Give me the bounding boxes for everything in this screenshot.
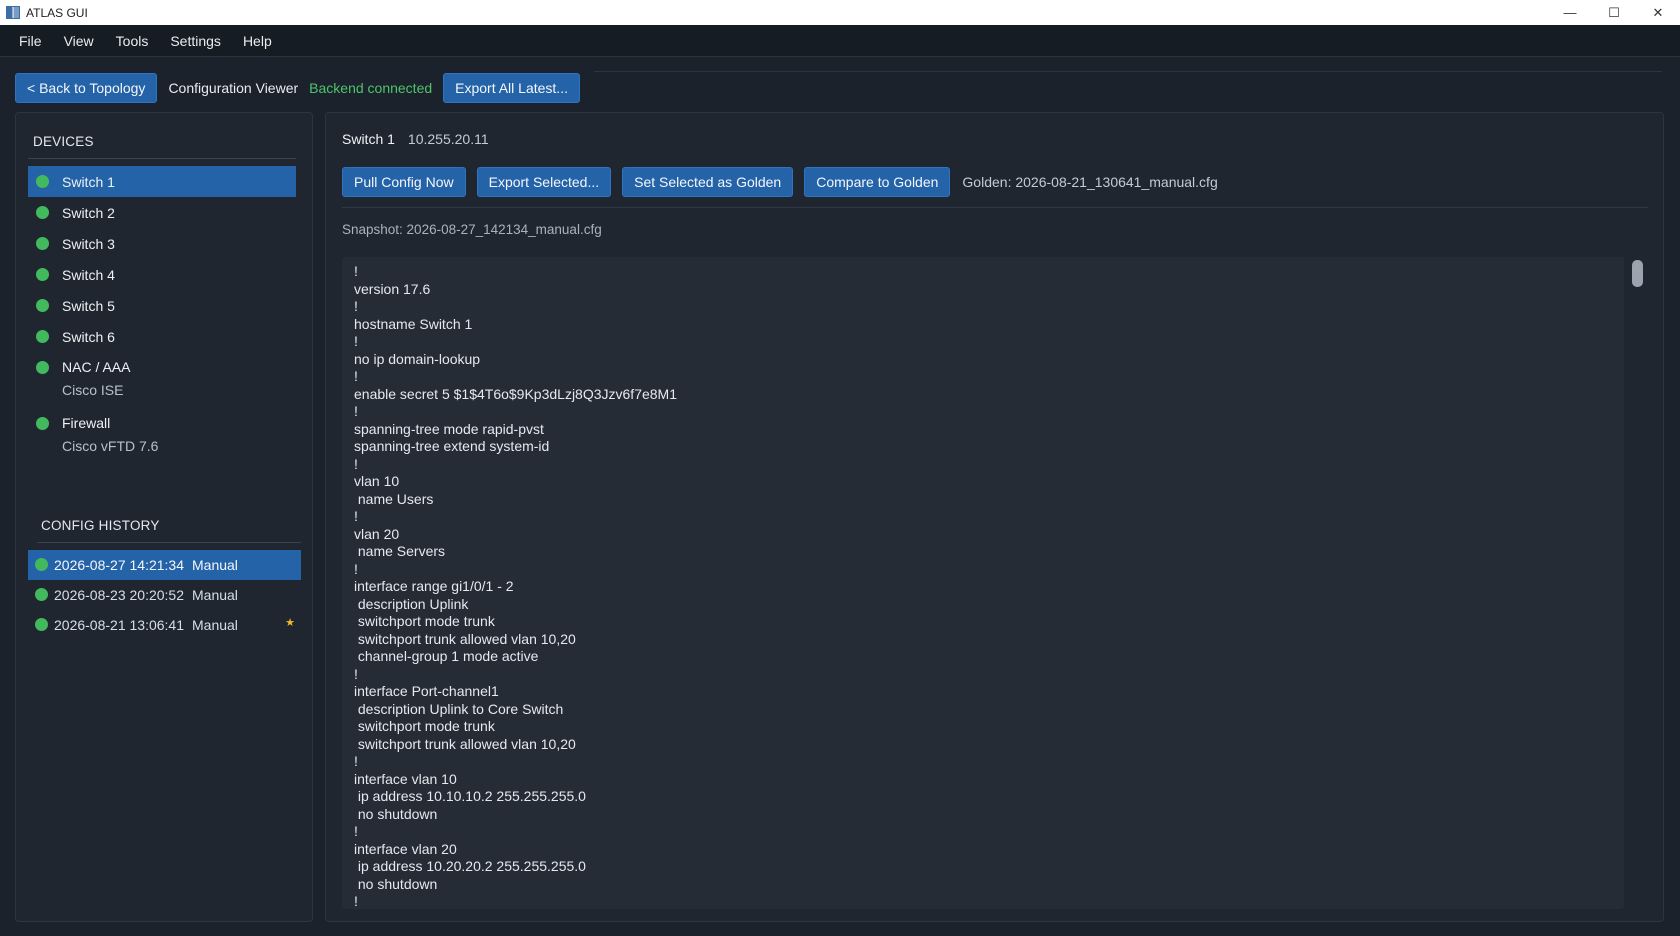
config-text: ! version 17.6 ! hostname Switch 1 ! no … xyxy=(354,263,677,909)
device-name: Switch 5 xyxy=(62,297,115,314)
compare-to-golden-button[interactable]: Compare to Golden xyxy=(804,167,951,197)
golden-star-icon: ★ xyxy=(285,617,295,629)
history-timestamp: 2026-08-23 20:20:52 xyxy=(54,587,184,603)
history-kind: Manual xyxy=(192,587,238,603)
golden-label: Golden: 2026-08-21_130641_manual.cfg xyxy=(962,174,1218,190)
status-dot-icon xyxy=(35,618,48,631)
pull-config-button[interactable]: Pull Config Now xyxy=(342,167,466,197)
status-dot-icon xyxy=(36,330,49,343)
selected-device-name: Switch 1 xyxy=(342,131,395,147)
device-item[interactable]: NAC / AAA Cisco ISE xyxy=(28,352,296,408)
selected-device-ip: 10.255.20.11 xyxy=(407,131,489,147)
history-timestamp: 2026-08-27 14:21:34 xyxy=(54,557,184,573)
title-bar: ATLAS GUI — ☐ ✕ xyxy=(0,0,1680,25)
device-item[interactable]: Switch 1 xyxy=(28,166,296,197)
config-panel: Switch 1 10.255.20.11 Pull Config Now Ex… xyxy=(325,112,1664,922)
device-name: Switch 3 xyxy=(62,235,115,252)
menu-view[interactable]: View xyxy=(53,33,105,49)
device-name: NAC / AAA xyxy=(62,359,131,375)
device-name: Switch 2 xyxy=(62,204,115,221)
toolbar: < Back to Topology Configuration Viewer … xyxy=(15,72,580,103)
device-name: Switch 6 xyxy=(62,328,115,345)
config-scrollbar[interactable] xyxy=(1629,257,1645,909)
maximize-icon[interactable]: ☐ xyxy=(1592,0,1636,25)
close-icon[interactable]: ✕ xyxy=(1636,0,1680,25)
history-kind: Manual xyxy=(192,557,238,573)
device-name: Switch 4 xyxy=(62,266,115,283)
config-history-title: CONFIG HISTORY xyxy=(41,518,160,533)
status-dot-icon xyxy=(36,417,49,430)
device-subtitle: Cisco ISE xyxy=(62,382,124,398)
device-item[interactable]: Switch 5 xyxy=(28,290,296,321)
window-title: ATLAS GUI xyxy=(26,5,88,20)
sidebar: DEVICES Switch 1 Switch 2 Switch 3 Switc… xyxy=(15,112,313,922)
window-controls: — ☐ ✕ xyxy=(1548,0,1680,25)
status-dot-icon xyxy=(36,299,49,312)
minimize-icon[interactable]: — xyxy=(1548,0,1592,25)
snapshot-label: Snapshot: 2026-08-27_142134_manual.cfg xyxy=(342,222,602,237)
device-list: Switch 1 Switch 2 Switch 3 Switch 4 Swit… xyxy=(28,166,296,464)
history-item[interactable]: 2026-08-23 20:20:52 Manual xyxy=(28,580,301,610)
menu-help[interactable]: Help xyxy=(232,33,283,49)
menu-bar: File View Tools Settings Help xyxy=(0,25,1680,57)
status-dot-icon xyxy=(35,588,48,601)
status-dot-icon xyxy=(36,206,49,219)
status-dot-icon xyxy=(36,268,49,281)
history-timestamp: 2026-08-21 13:06:41 xyxy=(54,617,184,633)
status-dot-icon xyxy=(36,237,49,250)
export-selected-button[interactable]: Export Selected... xyxy=(476,167,612,197)
device-name: Firewall xyxy=(62,415,111,431)
backend-status: Backend connected xyxy=(309,79,433,96)
history-item[interactable]: 2026-08-27 14:21:34 Manual xyxy=(28,550,301,580)
devices-title: DEVICES xyxy=(33,134,94,149)
status-dot-icon xyxy=(36,175,49,188)
device-item[interactable]: Firewall Cisco vFTD 7.6 xyxy=(28,408,296,464)
back-to-topology-button[interactable]: < Back to Topology xyxy=(15,72,158,103)
toolbar-divider xyxy=(594,71,1662,72)
device-item[interactable]: Switch 6 xyxy=(28,321,296,352)
device-header: Switch 1 10.255.20.11 xyxy=(342,131,489,147)
status-dot-icon xyxy=(35,558,48,571)
device-item[interactable]: Switch 4 xyxy=(28,259,296,290)
device-item[interactable]: Switch 3 xyxy=(28,228,296,259)
menu-file[interactable]: File xyxy=(8,33,53,49)
device-subtitle: Cisco vFTD 7.6 xyxy=(62,438,159,454)
config-history-list: 2026-08-27 14:21:34 Manual 2026-08-23 20… xyxy=(28,550,301,640)
export-all-latest-button[interactable]: Export All Latest... xyxy=(443,72,580,103)
set-golden-button[interactable]: Set Selected as Golden xyxy=(622,167,794,197)
scrollbar-thumb[interactable] xyxy=(1632,260,1643,287)
devices-divider xyxy=(28,158,296,159)
status-dot-icon xyxy=(36,361,49,374)
history-item[interactable]: 2026-08-21 13:06:41 Manual ★ xyxy=(28,610,301,640)
view-title: Configuration Viewer xyxy=(168,79,299,96)
app-icon xyxy=(6,6,20,19)
history-divider xyxy=(37,542,301,543)
history-kind: Manual xyxy=(192,617,238,633)
device-item[interactable]: Switch 2 xyxy=(28,197,296,228)
config-actions: Pull Config Now Export Selected... Set S… xyxy=(342,167,1218,197)
actions-divider xyxy=(342,207,1648,208)
device-name: Switch 1 xyxy=(62,173,115,190)
menu-tools[interactable]: Tools xyxy=(105,33,160,49)
menu-settings[interactable]: Settings xyxy=(159,33,232,49)
config-text-view[interactable]: ! version 17.6 ! hostname Switch 1 ! no … xyxy=(342,257,1624,909)
